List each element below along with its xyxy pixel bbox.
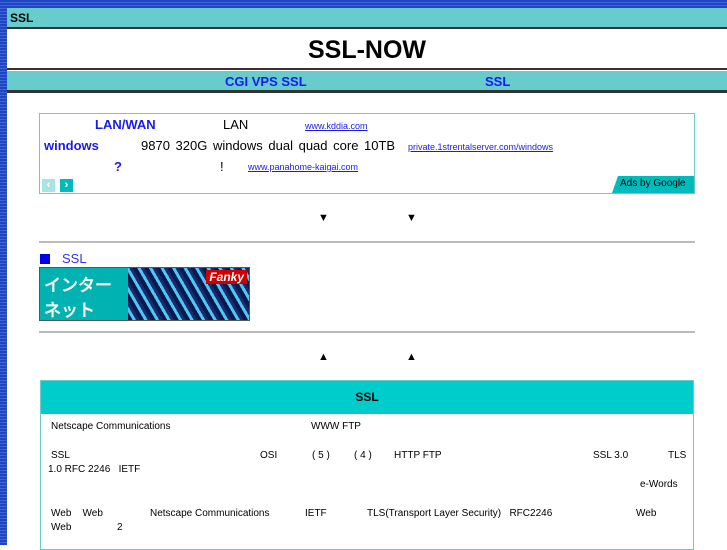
up-arrow-icon[interactable]: ▲ [318, 351, 329, 363]
banner-text: RANKING [44, 321, 108, 337]
table-text: Web [51, 522, 72, 533]
table-text: WWW FTP [311, 421, 361, 432]
ad-url[interactable]: www.kddia.com [305, 121, 368, 131]
left-border-stripe [0, 0, 7, 545]
table-text: TLS(Transport Layer Security) RFC2246 [367, 508, 553, 519]
divider [39, 331, 695, 333]
ranking-banner[interactable]: インターネット RANKING Fanky [39, 267, 250, 337]
ad-text: ! [220, 159, 224, 174]
ssl-info-table: SSL Netscape Communications WWW FTP SSL … [40, 380, 694, 550]
top-bar: SSL [7, 8, 727, 29]
square-bullet-icon [40, 254, 50, 264]
table-text: e-Words [640, 479, 678, 490]
top-border-stripe [0, 0, 727, 8]
ssl-link[interactable]: SSL [62, 251, 87, 266]
ad-headline[interactable]: ? [114, 159, 122, 174]
ad-text: LAN [223, 117, 249, 132]
table-header: SSL [41, 381, 693, 414]
ad-prev-button[interactable]: ‹ [42, 179, 55, 192]
ad-block: LAN/WAN LAN www.kddia.com windows 9870 3… [39, 113, 695, 194]
nav-link-cgi-vps-ssl[interactable]: CGI VPS SSL [225, 74, 307, 89]
ad-url[interactable]: private.1strentalserver.com/windows [408, 142, 553, 152]
ad-headline[interactable]: windows [44, 138, 99, 153]
nav-bar: CGI VPS SSL SSL [7, 71, 727, 93]
table-text: Netscape Communications [150, 508, 270, 519]
table-text: IETF [305, 508, 327, 519]
banner-brand: Fanky [206, 270, 247, 284]
table-text: TLS [668, 450, 687, 461]
up-arrow-icon[interactable]: ▲ [406, 351, 417, 363]
table-text: 1.0 RFC 2246 IETF [48, 464, 141, 475]
ads-by-google-label[interactable]: Ads by Google [612, 176, 694, 193]
top-bar-title: SSL [10, 11, 34, 25]
ad-url[interactable]: www.panahome-kaigai.com [248, 162, 358, 172]
table-text: Netscape Communications [51, 421, 171, 432]
page-title: SSL-NOW [7, 31, 727, 70]
banner-text: インターネット [44, 276, 112, 320]
down-arrow-icon[interactable]: ▼ [406, 212, 417, 224]
table-text: SSL 3.0 [593, 450, 629, 461]
table-text: HTTP FTP [394, 450, 442, 461]
table-text: ( 4 ) [354, 450, 372, 461]
table-text: 2 [117, 522, 123, 533]
ad-text: 9870 320G windows dual quad core 10TB [141, 138, 396, 153]
ad-headline[interactable]: LAN/WAN [95, 117, 156, 132]
table-text: OSI [260, 450, 278, 461]
down-arrow-icon[interactable]: ▼ [318, 212, 329, 224]
table-text: Web [636, 508, 657, 519]
ad-next-button[interactable]: › [60, 179, 73, 192]
nav-link-ssl[interactable]: SSL [485, 74, 510, 89]
table-text: ( 5 ) [312, 450, 330, 461]
table-text: Web Web [51, 508, 103, 519]
table-text: SSL [51, 450, 70, 461]
divider [39, 241, 695, 243]
